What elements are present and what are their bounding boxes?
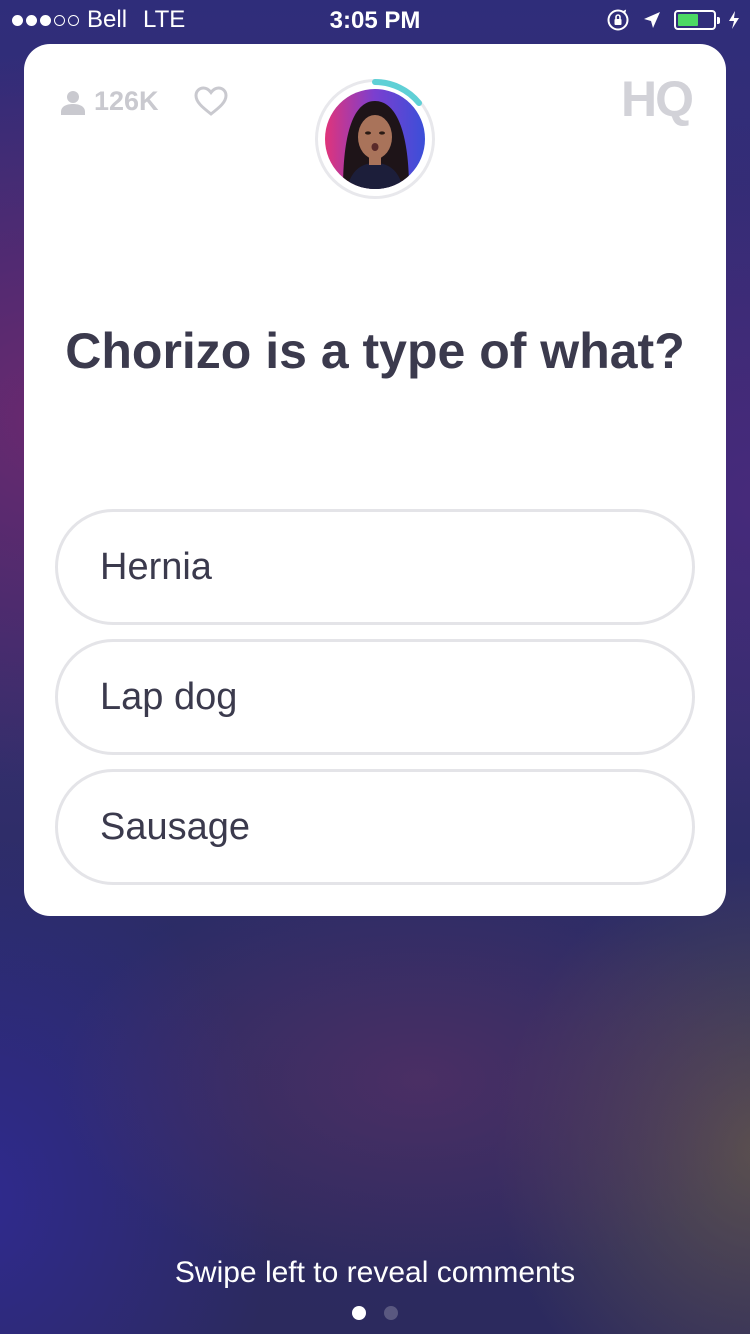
- answer-option-3[interactable]: Sausage: [55, 769, 695, 885]
- page-indicator[interactable]: [0, 1306, 750, 1320]
- viewer-count: 126K: [60, 86, 159, 117]
- orientation-lock-icon: [607, 9, 629, 31]
- status-bar: Bell LTE 3:05 PM: [0, 0, 750, 40]
- host-avatar: [315, 79, 435, 199]
- answer-list: Hernia Lap dog Sausage: [55, 509, 695, 899]
- battery-icon: [674, 10, 720, 30]
- swipe-hint: Swipe left to reveal comments: [174, 1256, 576, 1289]
- person-icon: [61, 90, 85, 115]
- location-arrow-icon: [644, 12, 660, 28]
- answer-option-1[interactable]: Hernia: [55, 509, 695, 625]
- status-right: [606, 8, 740, 32]
- host-photo: [325, 89, 425, 189]
- battery-fill: [678, 14, 699, 26]
- charging-bolt-icon: [729, 11, 739, 29]
- question-card: 126K HQ Chorizo is a type of what? Herni…: [24, 44, 726, 916]
- question-text: Chorizo is a type of what?: [65, 323, 685, 379]
- page-dot-2[interactable]: [384, 1306, 398, 1320]
- page-dot-1[interactable]: [352, 1306, 366, 1320]
- heart-icon[interactable]: [194, 86, 228, 116]
- hq-logo: HQ: [621, 71, 694, 127]
- answer-option-2[interactable]: Lap dog: [55, 639, 695, 755]
- viewer-count-value: 126K: [94, 86, 159, 116]
